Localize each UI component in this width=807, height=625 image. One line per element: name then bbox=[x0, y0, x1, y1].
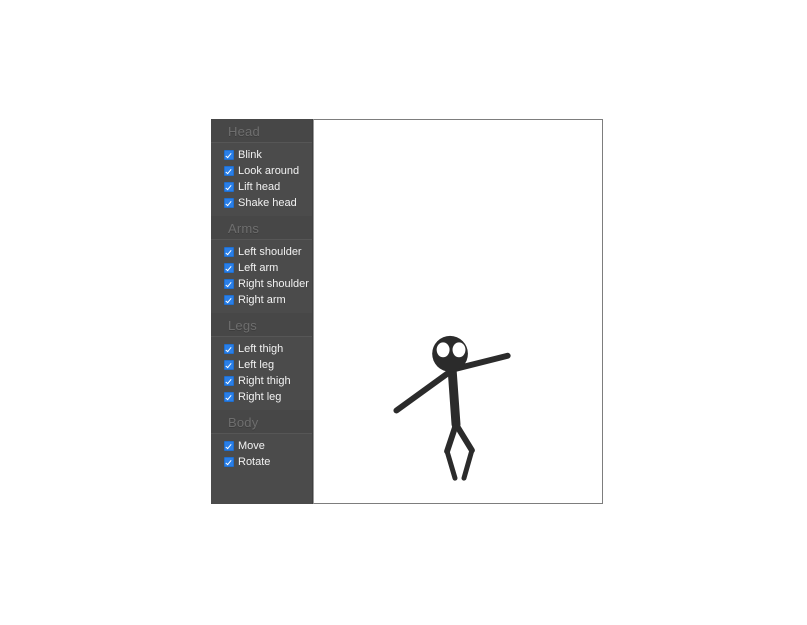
toggle-row-move[interactable]: Move bbox=[211, 438, 312, 454]
checkbox-label-left-arm: Left arm bbox=[238, 262, 279, 274]
toggle-row-right-thigh[interactable]: Right thigh bbox=[211, 373, 312, 389]
body-parts-panel: Head Blink Look around Lift head Shake head A… bbox=[211, 119, 313, 504]
checkbox-label-rotate: Rotate bbox=[238, 456, 271, 468]
checkbox-label-look-around: Look around bbox=[238, 165, 300, 177]
section-body-legs: Left thigh Left leg Right thigh Right leg bbox=[211, 337, 312, 410]
checkbox-label-right-arm: Right arm bbox=[238, 294, 286, 306]
toggle-row-lift-head[interactable]: Lift head bbox=[211, 179, 312, 195]
toggle-row-right-shoulder[interactable]: Right shoulder bbox=[211, 276, 312, 292]
bone-right-thigh[interactable] bbox=[453, 421, 475, 454]
toggle-row-left-thigh[interactable]: Left thigh bbox=[211, 341, 312, 357]
section-head: Head Blink Look around Lift head Shake head bbox=[211, 119, 312, 216]
toggle-row-left-leg[interactable]: Left leg bbox=[211, 357, 312, 373]
checkbox-blink[interactable] bbox=[224, 150, 234, 160]
checkbox-right-shoulder[interactable] bbox=[224, 279, 234, 289]
toggle-row-left-shoulder[interactable]: Left shoulder bbox=[211, 244, 312, 260]
toggle-row-blink[interactable]: Blink bbox=[211, 147, 312, 163]
toggle-row-right-arm[interactable]: Right arm bbox=[211, 292, 312, 308]
toggle-row-left-arm[interactable]: Left arm bbox=[211, 260, 312, 276]
figure-eye-right bbox=[452, 342, 466, 358]
checkbox-label-blink: Blink bbox=[238, 149, 262, 161]
checkbox-label-left-shoulder: Left shoulder bbox=[238, 246, 302, 258]
checkbox-label-lift-head: Lift head bbox=[238, 181, 281, 193]
section-body-body: Move Rotate bbox=[211, 434, 312, 475]
checkbox-move[interactable] bbox=[224, 441, 234, 451]
section-legs: Legs Left thigh Left leg Right thigh Right l… bbox=[211, 313, 312, 410]
checkbox-label-left-thigh: Left thigh bbox=[238, 343, 284, 355]
section-header-head: Head bbox=[211, 119, 312, 143]
section-header-legs: Legs bbox=[211, 313, 312, 337]
stick-figure-stage[interactable] bbox=[314, 120, 602, 503]
section-header-body: Body bbox=[211, 410, 312, 434]
checkbox-label-right-shoulder: Right shoulder bbox=[238, 278, 309, 290]
checkbox-right-arm[interactable] bbox=[224, 295, 234, 305]
checkbox-right-thigh[interactable] bbox=[224, 376, 234, 386]
section-body: Body Move Rotate bbox=[211, 410, 312, 475]
bone-left-thigh[interactable] bbox=[444, 421, 459, 455]
checkbox-label-right-thigh: Right thigh bbox=[238, 375, 291, 387]
checkbox-label-move: Move bbox=[238, 440, 265, 452]
toggle-row-look-around[interactable]: Look around bbox=[211, 163, 312, 179]
toggle-row-right-leg[interactable]: Right leg bbox=[211, 389, 312, 405]
figure-eye-left bbox=[436, 342, 450, 358]
animation-canvas[interactable] bbox=[313, 119, 603, 504]
bone-right-leg[interactable] bbox=[461, 447, 475, 481]
checkbox-shake-head[interactable] bbox=[224, 198, 234, 208]
bone-left-arm[interactable] bbox=[393, 368, 454, 414]
checkbox-rotate[interactable] bbox=[224, 457, 234, 467]
section-header-arms: Arms bbox=[211, 216, 312, 240]
checkbox-left-shoulder[interactable] bbox=[224, 247, 234, 257]
checkbox-label-left-leg: Left leg bbox=[238, 359, 275, 371]
section-body-head: Blink Look around Lift head Shake head bbox=[211, 143, 312, 216]
checkbox-left-leg[interactable] bbox=[224, 360, 234, 370]
toggle-row-shake-head[interactable]: Shake head bbox=[211, 195, 312, 211]
checkbox-label-shake-head: Shake head bbox=[238, 197, 297, 209]
checkbox-label-right-leg: Right leg bbox=[238, 391, 282, 403]
checkbox-right-leg[interactable] bbox=[224, 392, 234, 402]
animator-window: Head Blink Look around Lift head Shake head A… bbox=[211, 119, 603, 504]
section-arms: Arms Left shoulder Left arm Right shoulder R… bbox=[211, 216, 312, 313]
bone-spine[interactable] bbox=[447, 364, 461, 429]
toggle-row-rotate[interactable]: Rotate bbox=[211, 454, 312, 470]
section-body-arms: Left shoulder Left arm Right shoulder Right… bbox=[211, 240, 312, 313]
checkbox-left-arm[interactable] bbox=[224, 263, 234, 273]
checkbox-left-thigh[interactable] bbox=[224, 344, 234, 354]
bone-left-leg[interactable] bbox=[444, 448, 458, 481]
checkbox-look-around[interactable] bbox=[224, 166, 234, 176]
checkbox-lift-head[interactable] bbox=[224, 182, 234, 192]
